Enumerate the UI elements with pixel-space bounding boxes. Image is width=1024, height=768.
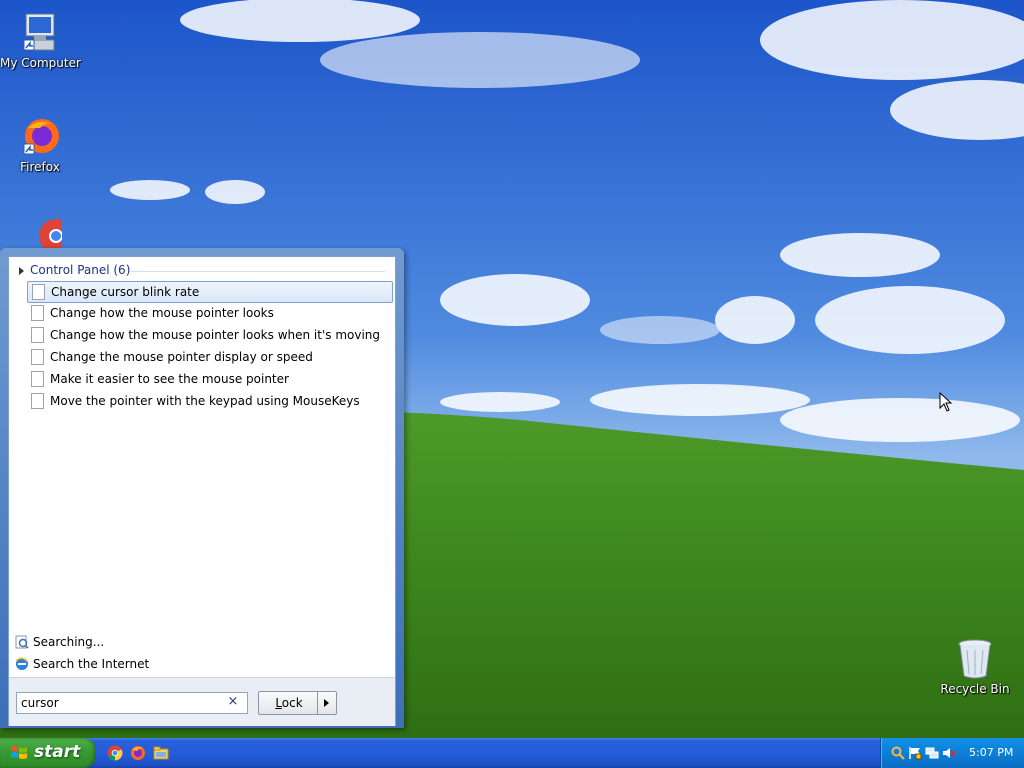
document-icon <box>31 349 44 365</box>
document-icon <box>32 284 45 300</box>
firefox-icon[interactable] <box>130 745 146 761</box>
taskbar: start 5:07 PM <box>0 738 1024 768</box>
desktop-icon-label: My Computer <box>0 56 81 70</box>
system-tray: 5:07 PM <box>880 738 1024 768</box>
group-header-control-panel[interactable]: Control Panel (6) <box>13 263 385 279</box>
search-bar: × Lock <box>9 677 395 726</box>
clear-search-icon[interactable]: × <box>225 694 241 710</box>
result-item[interactable]: Change cursor blink rate <box>27 281 393 303</box>
document-icon <box>31 305 44 321</box>
desktop-icon-firefox[interactable]: Firefox <box>0 114 80 174</box>
desktop-icon-label: Firefox <box>20 160 60 174</box>
internet-explorer-icon <box>15 657 29 670</box>
firefox-icon <box>23 119 59 155</box>
recycle-bin-icon <box>958 639 992 679</box>
result-label: Make it easier to see the mouse pointer <box>50 372 289 386</box>
start-menu-search-panel: Control Panel (6) Change cursor blink ra… <box>0 248 404 728</box>
document-icon <box>31 393 44 409</box>
search-icon[interactable] <box>891 746 905 760</box>
desktop-icon-label: Recycle Bin <box>940 682 1010 696</box>
chrome-icon[interactable] <box>107 745 123 761</box>
volume-muted-icon[interactable] <box>942 746 956 760</box>
clock[interactable]: 5:07 PM <box>969 746 1013 759</box>
group-header-divider <box>131 271 385 272</box>
desktop-icon-recycle-bin[interactable]: Recycle Bin <box>935 636 1015 696</box>
windows-flag-icon <box>11 746 27 759</box>
result-label: Change how the mouse pointer looks <box>50 306 274 320</box>
mouse-cursor-icon <box>939 392 953 412</box>
result-label: Move the pointer with the keypad using M… <box>50 394 360 408</box>
searching-label: Searching... <box>33 635 105 649</box>
search-input[interactable] <box>16 692 248 714</box>
desktop-icon-my-computer[interactable]: My Computer <box>0 10 81 70</box>
result-label: Change how the mouse pointer looks when … <box>50 328 381 342</box>
result-item[interactable]: Change how the mouse pointer looks <box>27 303 391 323</box>
search-results-list: Control Panel (6) Change cursor blink ra… <box>9 257 395 627</box>
searching-icon <box>15 635 29 649</box>
result-item[interactable]: Change the mouse pointer display or spee… <box>27 347 391 367</box>
expand-triangle-icon <box>19 266 24 275</box>
lock-button-label: ock <box>281 696 303 710</box>
start-button[interactable]: start <box>0 738 96 768</box>
network-icon[interactable] <box>925 746 939 760</box>
result-label: Change cursor blink rate <box>51 285 200 299</box>
my-computer-icon <box>23 13 55 51</box>
group-header-label: Control Panel (6) <box>30 263 131 277</box>
arrow-right-icon <box>324 699 329 707</box>
result-item[interactable]: Move the pointer with the keypad using M… <box>27 391 391 411</box>
result-item[interactable]: Change how the mouse pointer looks when … <box>27 325 391 345</box>
search-results-pane: Control Panel (6) Change cursor blink ra… <box>8 256 396 726</box>
result-item[interactable]: Make it easier to see the mouse pointer <box>27 369 391 389</box>
lock-button[interactable]: Lock <box>258 691 320 715</box>
search-internet-label: Search the Internet <box>33 657 150 671</box>
explorer-icon[interactable] <box>153 745 169 761</box>
document-icon <box>31 371 44 387</box>
flag-icon[interactable] <box>908 746 922 760</box>
lock-options-arrow-button[interactable] <box>317 691 337 715</box>
result-label: Change the mouse pointer display or spee… <box>50 350 313 364</box>
document-icon <box>31 327 44 343</box>
start-label: start <box>34 742 81 762</box>
